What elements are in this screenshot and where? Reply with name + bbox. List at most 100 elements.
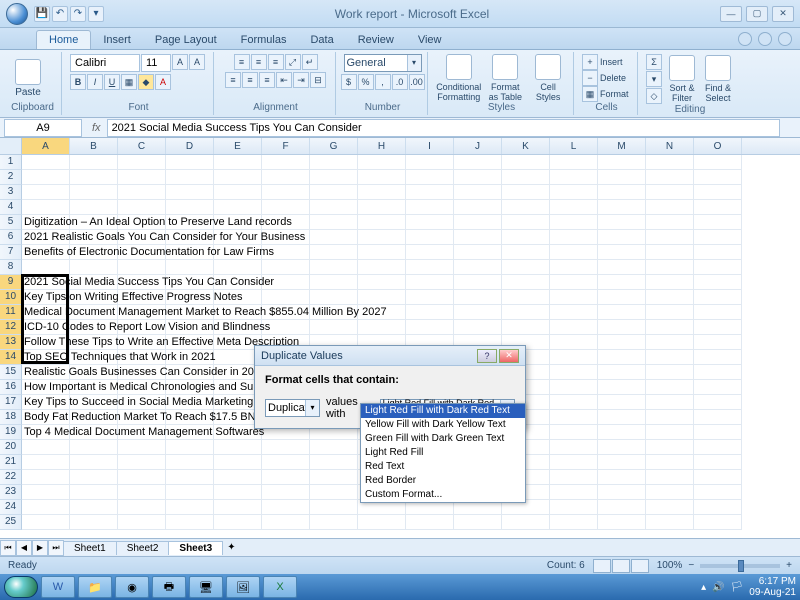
cell[interactable]: [166, 200, 214, 215]
conditional-formatting-button[interactable]: Conditional Formatting: [436, 54, 481, 102]
grow-font-icon[interactable]: A: [172, 54, 188, 70]
cell[interactable]: [550, 380, 598, 395]
cell[interactable]: [358, 275, 406, 290]
cell[interactable]: [118, 185, 166, 200]
cell[interactable]: [214, 200, 262, 215]
cell[interactable]: [166, 410, 214, 425]
cell[interactable]: [454, 170, 502, 185]
cell[interactable]: [694, 380, 742, 395]
ribbon-tab-insert[interactable]: Insert: [91, 31, 143, 49]
dropdown-option[interactable]: Light Red Fill: [361, 446, 525, 460]
find-select-button[interactable]: Find & Select: [702, 55, 734, 103]
sheet-tab[interactable]: Sheet2: [116, 541, 170, 555]
cell[interactable]: [214, 320, 262, 335]
cell[interactable]: [550, 395, 598, 410]
cell[interactable]: [310, 290, 358, 305]
cell[interactable]: [166, 320, 214, 335]
cell[interactable]: [70, 455, 118, 470]
cell[interactable]: [22, 455, 70, 470]
ribbon-tab-data[interactable]: Data: [298, 31, 345, 49]
cell[interactable]: [358, 290, 406, 305]
dropdown-option[interactable]: Red Border: [361, 474, 525, 488]
cell[interactable]: [598, 290, 646, 305]
cell[interactable]: [118, 215, 166, 230]
cell[interactable]: [118, 350, 166, 365]
cell[interactable]: [118, 155, 166, 170]
cell[interactable]: [262, 275, 310, 290]
column-header[interactable]: J: [454, 138, 502, 154]
cell[interactable]: [214, 500, 262, 515]
cell[interactable]: [310, 320, 358, 335]
column-header[interactable]: I: [406, 138, 454, 154]
zoom-slider[interactable]: [700, 564, 780, 568]
cell[interactable]: [22, 395, 70, 410]
cell[interactable]: [310, 230, 358, 245]
cell[interactable]: [502, 275, 550, 290]
cell[interactable]: [550, 425, 598, 440]
row-header[interactable]: 24: [0, 500, 22, 515]
cell[interactable]: [310, 200, 358, 215]
row-header[interactable]: 1: [0, 155, 22, 170]
row-header[interactable]: 5: [0, 215, 22, 230]
cell[interactable]: [694, 485, 742, 500]
cell[interactable]: [118, 290, 166, 305]
cell[interactable]: [502, 290, 550, 305]
cell[interactable]: [406, 320, 454, 335]
cell[interactable]: [406, 290, 454, 305]
dropdown-option[interactable]: Yellow Fill with Dark Yellow Text: [361, 418, 525, 432]
autosum-icon[interactable]: Σ: [646, 54, 662, 70]
dropdown-option[interactable]: Light Red Fill with Dark Red Text: [361, 404, 525, 418]
cell[interactable]: [694, 500, 742, 515]
cell[interactable]: [598, 470, 646, 485]
cell[interactable]: [70, 485, 118, 500]
cell[interactable]: [262, 485, 310, 500]
cell[interactable]: [214, 290, 262, 305]
cell[interactable]: [262, 290, 310, 305]
sort-filter-button[interactable]: Sort & Filter: [666, 55, 698, 103]
duplicate-type-select[interactable]: Duplicate▾: [265, 399, 320, 417]
increase-decimal-icon[interactable]: .0: [392, 74, 408, 90]
cell[interactable]: [598, 380, 646, 395]
dropdown-option[interactable]: Custom Format...: [361, 488, 525, 502]
cell[interactable]: [406, 275, 454, 290]
row-header[interactable]: 17: [0, 395, 22, 410]
cell[interactable]: [70, 185, 118, 200]
cell[interactable]: [646, 515, 694, 530]
cell[interactable]: [214, 230, 262, 245]
cell[interactable]: [694, 395, 742, 410]
cell[interactable]: [598, 215, 646, 230]
cell[interactable]: [406, 170, 454, 185]
view-normal-icon[interactable]: [593, 559, 611, 573]
cell[interactable]: [214, 275, 262, 290]
cell[interactable]: [598, 395, 646, 410]
row-header[interactable]: 6: [0, 230, 22, 245]
merge-center-icon[interactable]: ⊟: [310, 72, 326, 88]
cell[interactable]: [70, 350, 118, 365]
cell[interactable]: [550, 275, 598, 290]
cell[interactable]: [214, 215, 262, 230]
cell[interactable]: [166, 290, 214, 305]
cell[interactable]: [358, 155, 406, 170]
cell[interactable]: [262, 470, 310, 485]
cell[interactable]: [214, 440, 262, 455]
cell[interactable]: [22, 230, 70, 245]
cell[interactable]: [262, 215, 310, 230]
cell[interactable]: [550, 260, 598, 275]
cell[interactable]: [694, 290, 742, 305]
cell[interactable]: [646, 215, 694, 230]
cell[interactable]: [550, 215, 598, 230]
cell[interactable]: [166, 260, 214, 275]
cell[interactable]: [22, 440, 70, 455]
sheet-nav-next-icon[interactable]: ▶: [32, 540, 48, 556]
cell[interactable]: [22, 275, 70, 290]
minimize-ribbon-icon[interactable]: [758, 32, 772, 46]
cell[interactable]: [454, 275, 502, 290]
cell[interactable]: [22, 290, 70, 305]
cell[interactable]: [70, 170, 118, 185]
start-button[interactable]: [4, 576, 38, 598]
cell[interactable]: [358, 185, 406, 200]
row-header[interactable]: 10: [0, 290, 22, 305]
window-close-small-icon[interactable]: [778, 32, 792, 46]
cell[interactable]: [550, 245, 598, 260]
cell[interactable]: [262, 515, 310, 530]
